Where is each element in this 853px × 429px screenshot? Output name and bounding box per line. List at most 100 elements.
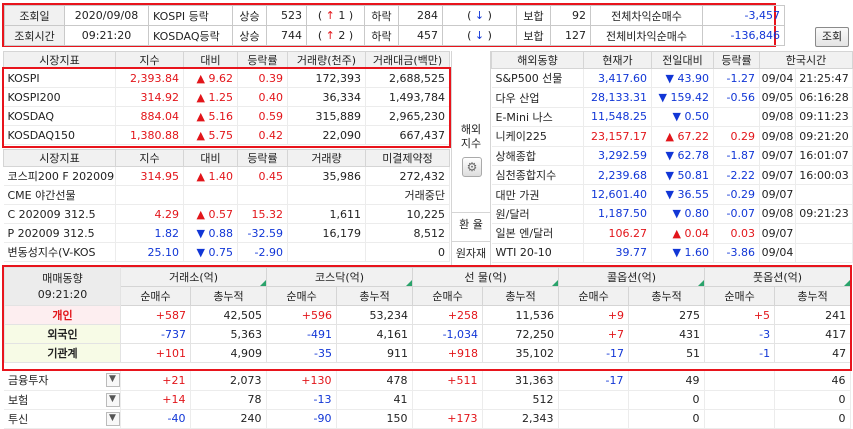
table-row[interactable]: 보험 ▼ +14 78 -13 41 512 0 0 xyxy=(4,390,851,410)
time-label: 조회시간 xyxy=(4,25,65,46)
overseas-date: 09/05 xyxy=(759,87,796,108)
derivative-volume: 35,986 xyxy=(287,166,366,186)
net-buy xyxy=(558,409,629,429)
down-triangle-icon: ▼ xyxy=(665,188,674,202)
table-row[interactable]: C 202009 312.5 4.29 ▲ 0.57 15.32 1,611 1… xyxy=(3,204,450,224)
gear-icon[interactable]: ⚙ xyxy=(462,157,482,177)
cumulative: 0 xyxy=(628,409,705,429)
derivative-name: CME 야간선물 xyxy=(3,185,116,205)
overseas-date: 09/07 xyxy=(759,184,796,205)
derivative-value xyxy=(115,185,184,205)
up-arrow-icon: ↑ xyxy=(325,29,335,42)
net-buy: +130 xyxy=(266,371,337,391)
overseas-date: 09/08 xyxy=(759,107,796,128)
table-row[interactable]: 변동성지수(V-KOS 25.10 ▼ 0.75 -2.90 0 xyxy=(3,242,450,262)
commodity-tab[interactable]: 원자재 xyxy=(452,241,490,265)
table-row[interactable]: 니케이225 23,157.17 ▲ 67.22 0.29 09/08 09:2… xyxy=(491,126,853,147)
table-row[interactable]: 코스피200 F 202009 314.95 ▲ 1.40 0.45 35,98… xyxy=(3,166,450,186)
table-row[interactable]: 대만 가권 12,601.40 ▼ 36.55 -0.29 09/07 xyxy=(491,184,853,205)
col-header: 시장지표 xyxy=(3,51,116,69)
col-header: 대비 xyxy=(183,51,238,69)
overseas-name: 원/달러 xyxy=(491,204,584,225)
investor-detail-name: 보험 ▼ xyxy=(4,390,121,410)
down-triangle-icon: ▼ xyxy=(665,149,674,163)
investor-highlight-box xyxy=(2,265,852,371)
table-row[interactable]: P 202009 312.5 1.82 ▼ 0.88 -32.59 16,179… xyxy=(3,223,450,243)
up-limit: ( ↑ 1 ) xyxy=(306,5,365,26)
overseas-price: 12,601.40 xyxy=(583,184,652,205)
overseas-time: 06:16:28 xyxy=(795,87,853,108)
table-row[interactable]: 원/달러 1,187.50 ▼ 0.80 -0.07 09/08 09:21:2… xyxy=(491,204,853,225)
up-label: 상승 xyxy=(232,5,267,26)
up-count: 523 xyxy=(266,5,307,26)
up-triangle-icon: ▲ xyxy=(672,226,681,240)
derivative-change xyxy=(183,185,238,205)
overseas-rate: -1.27 xyxy=(713,68,760,89)
investor-detail-name: 금융투자 ▼ xyxy=(4,371,121,391)
net-buy xyxy=(704,371,775,391)
overseas-date: 09/08 xyxy=(759,204,796,225)
col-header: 해외동향 xyxy=(491,51,584,69)
overseas-change: ▼ 36.55 xyxy=(651,184,714,205)
net-buy: +511 xyxy=(412,371,483,391)
table-row[interactable]: 심천종합지수 2,239.68 ▼ 50.81 -2.22 09/07 16:0… xyxy=(491,165,853,186)
derivative-value: 4.29 xyxy=(115,204,184,224)
table-row[interactable]: 다우 산업 28,133.31 ▼ 159.42 -0.56 09/05 06:… xyxy=(491,87,853,108)
overseas-index-tab[interactable]: 해외 지수 xyxy=(452,123,490,151)
overseas-rate: -2.22 xyxy=(713,165,760,186)
col-header: 미결제약정 xyxy=(365,149,450,167)
overseas-date: 09/04 xyxy=(759,68,796,89)
down-arrow-icon: ↓ xyxy=(474,29,485,42)
overseas-time: 21:25:47 xyxy=(795,68,853,89)
non-arbitrage-label: 전체비차익순매수 xyxy=(590,25,703,46)
derivative-oi: 거래중단 xyxy=(365,185,450,205)
table-row[interactable]: 금융투자 ▼ +21 2,073 +130 478 +511 31,363 -17… xyxy=(4,371,851,391)
table-row[interactable]: WTI 20-10 39.77 ▼ 1.60 -3.86 09/04 xyxy=(491,243,853,263)
table-row[interactable]: E-Mini 나스 11,548.25 ▼ 0.50 09/08 09:11:2… xyxy=(491,107,853,128)
derivatives-table: 시장지표 지수 대비 등락률 거래량 미결제약정 코스피200 F 202009… xyxy=(3,149,450,262)
down-triangle-icon: ▼ xyxy=(658,91,667,105)
overseas-time: 16:01:07 xyxy=(795,146,853,166)
down-triangle-icon: ▼ xyxy=(672,246,681,260)
up-triangle-icon: ▲ xyxy=(196,169,205,183)
net-buy xyxy=(412,390,483,410)
time-value[interactable]: 09:21:20 xyxy=(64,25,149,46)
non-arbitrage-value: -136,846 xyxy=(702,25,785,46)
overseas-time xyxy=(795,243,853,263)
col-header: 등락률 xyxy=(237,51,288,69)
cumulative: 0 xyxy=(774,390,851,410)
table-row[interactable]: S&P500 선물 3,417.60 ▼ 43.90 -1.27 09/04 2… xyxy=(491,68,853,89)
derivative-rate: -2.90 xyxy=(237,242,288,262)
overseas-time xyxy=(795,184,853,205)
overseas-time: 09:11:23 xyxy=(795,107,853,128)
overseas-name: WTI 20-10 xyxy=(491,243,584,263)
table-row[interactable]: CME 야간선물 거래중단 xyxy=(3,185,450,205)
derivative-rate: -32.59 xyxy=(237,223,288,243)
up-limit-count: 2 xyxy=(338,29,346,42)
derivative-name: 코스피200 F 202009 xyxy=(3,166,116,186)
overseas-rate xyxy=(713,107,760,128)
cumulative: 49 xyxy=(628,371,705,391)
table-row[interactable]: 일본 엔/달러 106.27 ▲ 0.04 0.03 09/07 xyxy=(491,223,853,244)
chevron-down-icon[interactable]: ▼ xyxy=(105,411,119,426)
net-buy: +14 xyxy=(120,390,191,410)
up-arrow-icon: ↑ xyxy=(325,9,335,22)
chevron-down-icon[interactable]: ▼ xyxy=(105,373,119,388)
lookup-button[interactable]: 조회 xyxy=(815,27,849,47)
net-buy xyxy=(704,390,775,410)
flat-count: 127 xyxy=(550,25,591,46)
overseas-change: ▼ 50.81 xyxy=(651,165,714,186)
date-value[interactable]: 2020/09/08 xyxy=(64,5,149,26)
table-row[interactable]: 상해종합 3,292.59 ▼ 62.78 -1.87 09/07 16:01:… xyxy=(491,146,853,166)
col-header: 전일대비 xyxy=(651,51,714,69)
overseas-rate: -0.07 xyxy=(713,204,760,225)
chevron-down-icon[interactable]: ▼ xyxy=(105,392,119,407)
table-row[interactable]: 투신 ▼ -40 240 -90 150 +173 2,343 0 0 xyxy=(4,409,851,429)
overseas-time: 16:00:03 xyxy=(795,165,853,186)
exchange-rate-tab[interactable]: 환 율 xyxy=(452,212,490,236)
overseas-change: ▼ 0.50 xyxy=(651,107,714,128)
overseas-header: 해외동향 현재가 전일대비 등락률 한국시간 xyxy=(491,51,853,69)
derivative-volume: 16,179 xyxy=(287,223,366,243)
col-header: 현재가 xyxy=(583,51,652,69)
overseas-name: E-Mini 나스 xyxy=(491,107,584,128)
